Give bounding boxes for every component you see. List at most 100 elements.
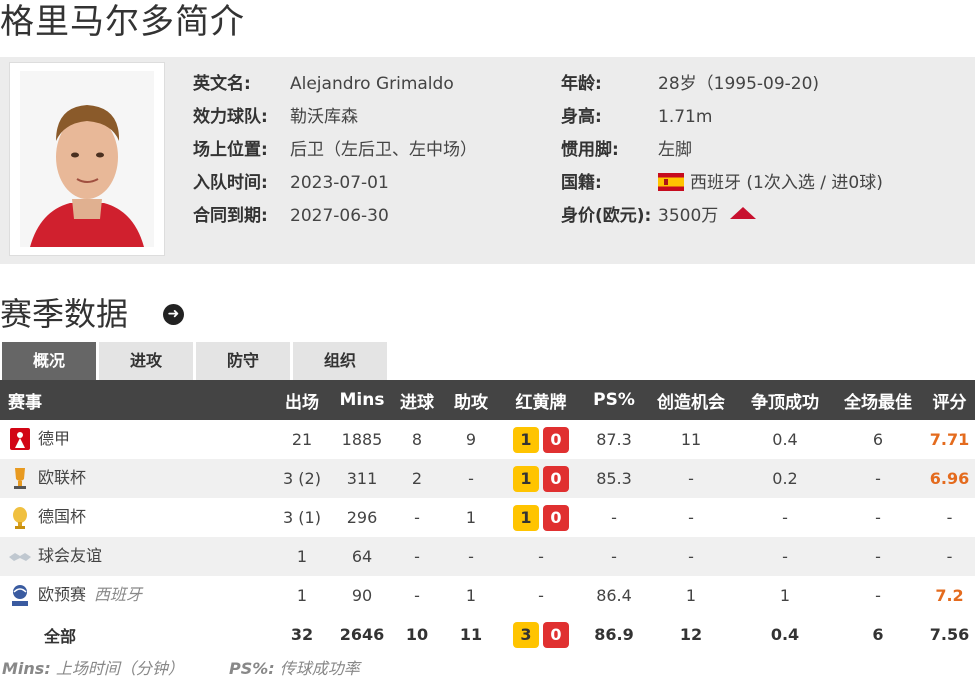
tab-attack[interactable]: 进攻 [99,342,193,380]
col-header-motm: 全场最佳 [832,380,924,420]
motm-cell: - [875,508,881,527]
competition-cell[interactable]: 德甲 [0,420,270,459]
info-value: 1.71m [658,107,713,127]
handshake-icon [9,552,31,561]
info-label: 年龄: [561,74,602,94]
pass-pct-cell: 86.4 [596,586,632,605]
red-card-badge: 0 [543,465,569,492]
cards-cell: 30 [498,615,584,654]
col-header-pass-pct: PS% [584,380,644,420]
chances-cell: 12 [679,625,703,644]
goals-cell: 2 [390,459,444,498]
mins-cell: 1885 [341,430,383,449]
competition-cell[interactable]: 欧预赛 西班牙 [0,576,270,615]
pass-pct-cell: 87.3 [596,430,632,449]
table-row[interactable]: 欧联杯 3 (2) 311 2 - 10 85.3 - 0.2 - 6.96 [0,459,975,498]
aerials-cell: 0.2 [738,459,832,498]
chances-cell: - [644,537,738,576]
assists-cell: 1 [465,586,477,605]
arrow-right-circle-icon[interactable]: ➜ [163,304,184,325]
col-header-assists: 助攻 [444,380,498,420]
tab-organize[interactable]: 组织 [293,342,387,380]
total-label: 全部 [44,626,77,646]
footnote-text: 上场时间（分钟） [55,659,184,678]
info-label: 场上位置: [193,140,268,160]
red-card-badge: 0 [543,621,569,648]
pass-pct-cell: 86.9 [594,625,634,644]
table-row[interactable]: 欧预赛 西班牙 1 90 - 1 - 86.4 1 1 - 7.2 [0,576,975,615]
player-profile-panel: 英文名: Alejandro Grimaldo 效力球队: 勒沃库森 场上位置:… [0,57,975,264]
rating-cell: - [946,508,953,527]
assists-cell: 1 [465,508,477,527]
goals-cell: 8 [411,430,423,449]
red-card-badge: 0 [543,504,569,531]
market-value-text: 3500万 [658,206,719,226]
dfb-pokal-icon [13,506,27,529]
chances-cell: - [688,508,694,527]
yellow-card-badge: 1 [513,465,539,492]
rating-cell: 7.71 [929,430,970,449]
info-label: 惯用脚: [561,140,619,160]
info-value[interactable]: 勒沃库森 [290,101,358,134]
chances-cell: - [644,459,738,498]
aerials-cell: - [782,508,788,527]
competition-cell[interactable]: 德国杯 [0,498,270,537]
info-label: 效力球队: [193,107,268,127]
cards-cell: 10 [498,498,584,537]
competition-name: 欧联杯 [38,468,87,488]
chances-cell: 1 [685,586,697,605]
table-row[interactable]: 德甲 21 1885 8 9 10 87.3 11 0.4 6 7.71 [0,420,975,459]
cards-cell: - [498,537,584,576]
pass-pct-cell: - [611,508,617,527]
info-value: 左脚 [658,140,692,160]
col-header-chances: 创造机会 [644,380,738,420]
table-total-row: 全部 32 2646 10 11 30 86.9 12 0.4 6 7.56 [0,615,975,654]
info-value: 3500万 [658,200,757,233]
mins-cell: 296 [346,508,378,527]
pass-pct-cell: - [584,537,644,576]
motm-cell: 6 [872,430,884,449]
yellow-card-badge: 1 [513,426,539,453]
tab-overview[interactable]: 概况 [2,342,96,380]
info-label: 合同到期: [193,206,268,226]
competition-cell[interactable]: 球会友谊 [0,537,270,576]
europa-league-icon [14,467,26,489]
apps-cell: 3 (1) [283,508,321,527]
info-value: 后卫（左后卫、左中场） [290,140,477,160]
motm-cell: - [875,586,881,605]
info-label: 国籍: [561,173,602,193]
table-row[interactable]: 球会友谊 1 64 - - - - - - - - [0,537,975,576]
cards-cell: 10 [498,420,584,459]
spain-flag-icon [658,173,684,191]
info-value: Alejandro Grimaldo [290,74,454,94]
apps-cell: 3 (2) [270,459,334,498]
competition-name: 德国杯 [38,507,87,527]
info-value[interactable]: 西班牙 (1次入选 / 进0球) [658,167,883,200]
col-header-aerials: 争顶成功 [738,380,832,420]
assists-cell: - [444,459,498,498]
bundesliga-icon [10,427,30,450]
cards-cell: - [538,586,544,605]
motm-cell: 6 [872,625,884,644]
competition-cell[interactable]: 欧联杯 [0,459,270,498]
mins-cell: 311 [334,459,390,498]
info-label: 身高: [561,107,602,127]
aerials-cell: 1 [779,586,791,605]
info-label: 身价(欧元): [561,206,652,226]
rating-cell: 7.2 [935,586,964,605]
mins-cell: 64 [334,537,390,576]
goals-cell: - [390,537,444,576]
tab-defense[interactable]: 防守 [196,342,290,380]
goals-cell: 10 [405,625,429,644]
nationality-text: 西班牙 (1次入选 / 进0球) [690,173,883,193]
section-title: 赛季数据 [0,295,129,333]
rating-cell: 6.96 [924,459,975,498]
cards-cell: 10 [498,459,584,498]
info-label: 入队时间: [193,173,268,193]
apps-cell: 32 [290,625,314,644]
col-header-competition: 赛事 [0,380,270,420]
value-up-arrow-icon [730,207,757,219]
aerials-cell: 0.4 [770,625,800,644]
table-row[interactable]: 德国杯 3 (1) 296 - 1 10 - - - - - [0,498,975,537]
yellow-card-badge: 3 [513,621,539,648]
